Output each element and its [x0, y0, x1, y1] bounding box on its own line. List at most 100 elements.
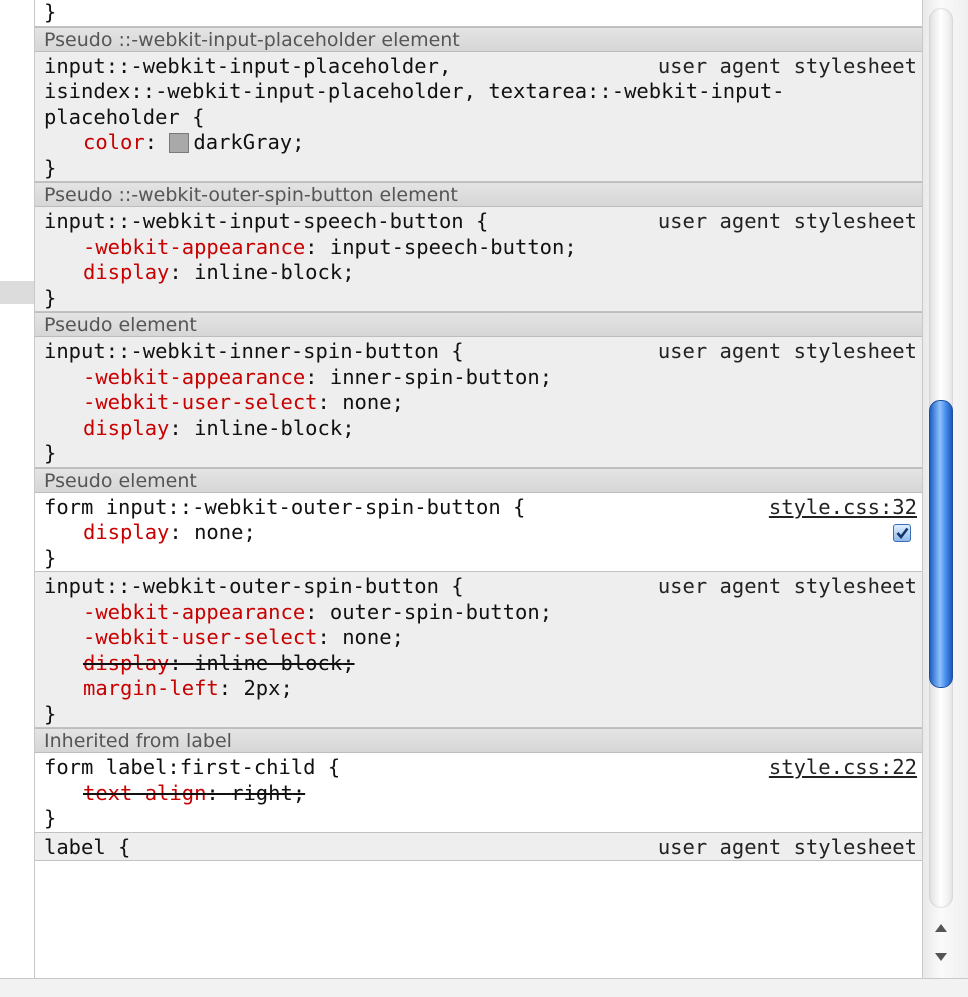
property-semicolon: ;: [539, 364, 553, 389]
stylesheet-origin: user agent stylesheet: [657, 209, 917, 233]
property-name[interactable]: display: [83, 520, 169, 546]
css-rule: style.css:22 form label:first-child {text…: [35, 753, 923, 833]
css-property[interactable]: text-align: right;: [44, 781, 917, 807]
property-name[interactable]: margin-left: [83, 676, 219, 702]
css-property[interactable]: -webkit-user-select: none;: [44, 390, 917, 416]
scroll-down-button[interactable]: [929, 946, 953, 968]
property-colon: :: [206, 780, 232, 805]
scrollbar-thumb[interactable]: [929, 400, 953, 688]
property-semicolon: ;: [539, 599, 553, 624]
section-header: Pseudo ::-webkit-input-placeholder eleme…: [35, 26, 923, 52]
stylesheet-origin: user agent stylesheet: [657, 53, 917, 78]
css-property[interactable]: -webkit-appearance: outer-spin-button;: [44, 600, 917, 626]
property-semicolon: ;: [280, 676, 293, 700]
property-name[interactable]: -webkit-user-select: [83, 390, 318, 416]
property-colon: :: [305, 599, 330, 624]
css-property[interactable]: margin-left: 2px;: [44, 676, 917, 702]
property-value[interactable]: none: [194, 520, 243, 546]
css-property[interactable]: -webkit-appearance: input-speech-button;: [44, 235, 917, 261]
property-value[interactable]: none: [342, 390, 391, 416]
up-arrow-icon: [935, 924, 947, 932]
property-value[interactable]: input-speech-button: [330, 235, 565, 261]
property-semicolon: ;: [292, 130, 305, 154]
property-semicolon: ;: [243, 520, 256, 544]
property-value[interactable]: none: [342, 625, 391, 651]
css-rule: user agent stylesheet label {: [35, 832, 923, 861]
css-rule: user agent stylesheet input::-webkit-inne…: [35, 337, 923, 468]
css-property[interactable]: display: inline-block;: [44, 416, 917, 442]
section-header: Inherited from label: [35, 728, 923, 753]
css-rule: style.css:32 form input::-webkit-outer-sp…: [35, 492, 923, 572]
property-value[interactable]: outer-spin-button: [330, 600, 540, 626]
css-rule: user agent stylesheet input::-webkit-inpu…: [35, 207, 923, 312]
property-name[interactable]: display: [83, 260, 169, 286]
left-pane-edge: [0, 281, 34, 304]
property-colon: :: [305, 364, 330, 389]
stylesheet-origin: user agent stylesheet: [657, 339, 917, 363]
property-colon: :: [317, 390, 343, 414]
css-property[interactable]: -webkit-appearance: inner-spin-button;: [44, 365, 917, 391]
css-rule: user agent stylesheet input::-webkit-inpu…: [35, 51, 923, 182]
property-enabled-checkbox[interactable]: [893, 523, 911, 542]
property-name[interactable]: color: [83, 130, 145, 156]
property-semicolon: ;: [342, 415, 355, 440]
rule-closing-brace: }: [44, 545, 57, 570]
checkmark-icon: [896, 527, 909, 539]
property-semicolon: ;: [342, 260, 355, 284]
stylesheet-origin: user agent stylesheet: [657, 574, 917, 598]
property-name[interactable]: -webkit-appearance: [83, 365, 305, 391]
rule-selector[interactable]: placeholder {: [44, 105, 917, 131]
property-value[interactable]: inner-spin-button: [330, 365, 540, 391]
property-value[interactable]: right: [231, 781, 293, 807]
rule-closing-brace: }: [44, 155, 57, 180]
section-header: Pseudo ::-webkit-outer-spin-button eleme…: [35, 182, 923, 207]
down-arrow-icon: [935, 953, 947, 961]
property-name[interactable]: -webkit-user-select: [83, 625, 318, 651]
section-header: Pseudo element: [35, 312, 923, 337]
css-rule: }: [35, 0, 923, 27]
styles-pane: } Pseudo ::-webkit-input-placeholder elem…: [34, 0, 923, 978]
css-property[interactable]: display: inline-block;: [44, 651, 917, 677]
vertical-scrollbar[interactable]: [922, 0, 968, 978]
rule-closing-brace: }: [44, 285, 57, 310]
property-name[interactable]: text-align: [83, 781, 206, 807]
css-property[interactable]: display: inline-block;: [44, 260, 917, 286]
css-rule: user agent stylesheet input::-webkit-oute…: [35, 572, 923, 728]
property-name[interactable]: display: [83, 416, 169, 442]
property-semicolon: ;: [564, 234, 577, 259]
rule-closing-brace: }: [44, 441, 57, 465]
css-property[interactable]: display: none;: [44, 520, 917, 546]
rule-closing-brace: }: [44, 701, 57, 726]
property-semicolon: ;: [292, 780, 306, 805]
property-colon: :: [169, 260, 195, 284]
property-name[interactable]: -webkit-appearance: [83, 235, 305, 261]
property-name[interactable]: display: [83, 651, 169, 677]
css-property[interactable]: color: darkGray;: [44, 130, 917, 156]
property-semicolon: ;: [391, 390, 404, 414]
stylesheet-link[interactable]: style.css:32: [769, 495, 917, 521]
stylesheet-link[interactable]: style.css:22: [769, 755, 917, 781]
property-colon: :: [169, 415, 195, 440]
rule-closing-brace: }: [44, 806, 57, 830]
property-semicolon: ;: [342, 650, 355, 675]
property-value[interactable]: 2px: [243, 676, 280, 702]
color-swatch[interactable]: [169, 132, 190, 153]
property-colon: :: [317, 625, 343, 649]
property-colon: :: [305, 234, 330, 259]
property-semicolon: ;: [391, 625, 404, 649]
property-colon: :: [169, 520, 195, 544]
property-value[interactable]: inline-block: [194, 260, 342, 286]
css-property[interactable]: -webkit-user-select: none;: [44, 625, 917, 651]
property-value[interactable]: inline-block: [194, 416, 342, 442]
property-colon: :: [144, 130, 170, 154]
property-colon: :: [218, 676, 244, 700]
property-value[interactable]: darkGray: [193, 130, 292, 156]
rule-selector[interactable]: isindex::-webkit-input-placeholder, text…: [44, 79, 917, 105]
bottom-status-bar: [0, 978, 968, 997]
stylesheet-origin: user agent stylesheet: [657, 834, 917, 859]
rule-closing-brace: }: [44, 0, 57, 24]
property-name[interactable]: -webkit-appearance: [83, 600, 305, 626]
section-header: Pseudo element: [35, 467, 923, 493]
property-value[interactable]: inline-block: [194, 651, 342, 677]
scroll-up-button[interactable]: [929, 917, 953, 939]
